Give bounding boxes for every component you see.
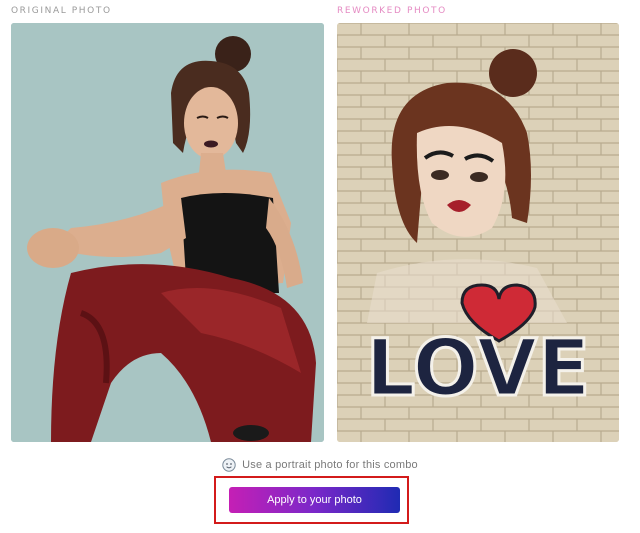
portrait-hint-text: Use a portrait photo for this combo [242,459,418,471]
original-photo-label: ORIGINAL PHOTO [11,6,112,16]
portrait-hint: Use a portrait photo for this combo [0,458,640,472]
original-photo-image [11,23,324,442]
love-graffiti-text: LOVE [366,324,591,414]
face-icon [222,458,236,472]
reworked-photo: LOVE [337,23,619,442]
reworked-photo-label: REWORKED PHOTO [337,6,447,16]
apply-to-photo-button[interactable]: Apply to your photo [229,487,400,513]
original-photo [11,23,324,442]
reworked-photo-image: LOVE [337,23,619,442]
